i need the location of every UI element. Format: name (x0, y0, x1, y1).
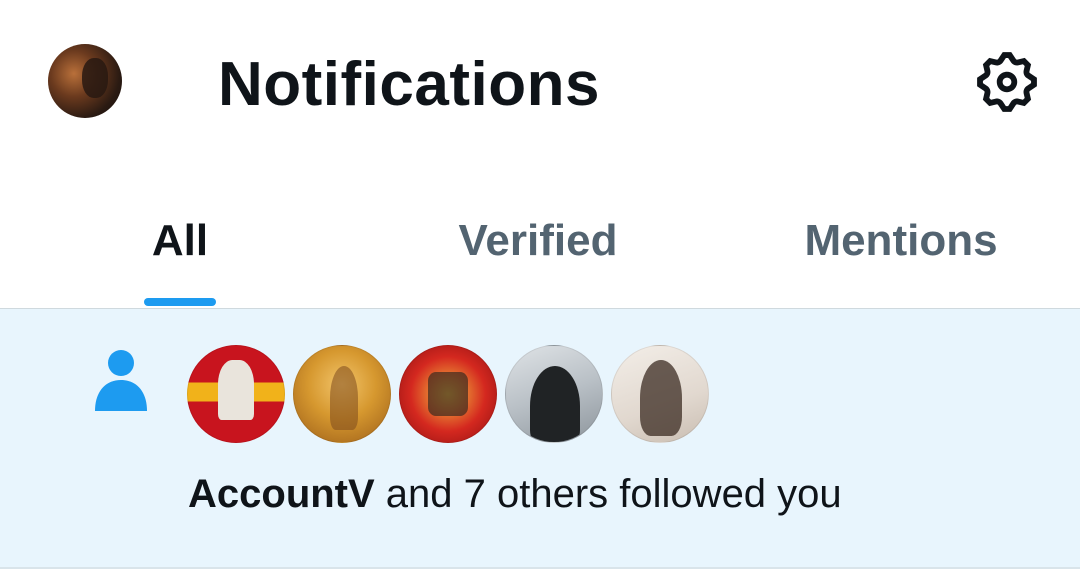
notification-text: AccountV and 7 others followed you (188, 469, 842, 519)
tab-all[interactable]: All (80, 195, 280, 307)
follower-avatar[interactable] (399, 345, 497, 443)
follower-avatar[interactable] (187, 345, 285, 443)
follower-avatar[interactable] (293, 345, 391, 443)
profile-avatar[interactable] (48, 44, 122, 118)
tab-mentions[interactable]: Mentions (770, 195, 1032, 307)
person-icon (95, 350, 147, 411)
top-bar: Notifications (0, 0, 1080, 165)
tab-mentions-label: Mentions (804, 216, 998, 265)
page-title: Notifications (218, 50, 600, 119)
tab-all-label: All (151, 216, 209, 265)
follower-avatar[interactable] (611, 345, 709, 443)
tab-bar: All Verified Mentions (0, 195, 1080, 307)
follow-notification[interactable]: AccountV and 7 others followed you (0, 309, 1080, 567)
tab-verified-label: Verified (458, 216, 618, 265)
gear-icon[interactable] (972, 47, 1042, 117)
notification-rest-text: and 7 others followed you (374, 472, 842, 516)
follower-avatar[interactable] (505, 345, 603, 443)
actor-name[interactable]: AccountV (188, 472, 375, 516)
active-tab-indicator (144, 298, 216, 306)
tab-verified[interactable]: Verified (400, 195, 676, 307)
